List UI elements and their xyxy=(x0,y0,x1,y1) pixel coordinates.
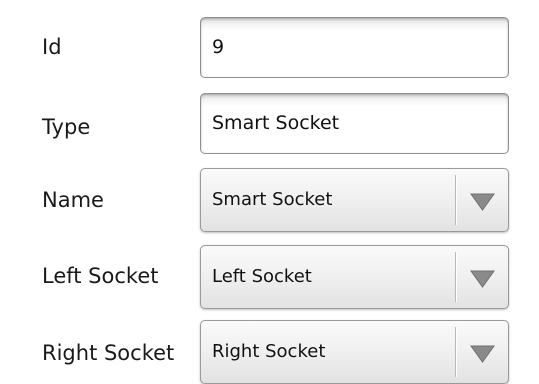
id-label: Id xyxy=(42,35,62,59)
dropdown-divider xyxy=(455,252,456,302)
type-row: Type Smart Socket xyxy=(0,76,539,154)
right-socket-row: Right Socket Right Socket xyxy=(0,304,539,384)
id-field[interactable]: 9 xyxy=(200,17,509,78)
name-row: Name Smart Socket xyxy=(0,152,539,232)
chevron-down-icon xyxy=(470,345,495,363)
left-socket-row: Left Socket Left Socket xyxy=(0,228,539,309)
id-row: Id 9 xyxy=(0,0,539,78)
right-socket-label: Right Socket xyxy=(42,341,175,365)
name-label: Name xyxy=(42,188,104,212)
right-socket-dropdown[interactable]: Right Socket xyxy=(200,320,509,384)
chevron-down-icon xyxy=(470,193,495,211)
name-dropdown[interactable]: Smart Socket xyxy=(200,168,509,232)
type-value: Smart Socket xyxy=(212,112,340,134)
dropdown-divider xyxy=(455,175,456,225)
device-form: { "form": { "id": { "label": "Id", "valu… xyxy=(0,0,539,384)
dropdown-divider xyxy=(455,327,456,377)
left-socket-selected-value: Left Socket xyxy=(212,266,312,287)
chevron-down-icon xyxy=(470,270,495,288)
right-socket-selected-value: Right Socket xyxy=(212,341,326,362)
left-socket-dropdown[interactable]: Left Socket xyxy=(200,245,509,309)
id-value: 9 xyxy=(212,36,225,58)
name-selected-value: Smart Socket xyxy=(212,189,333,210)
type-label: Type xyxy=(42,115,91,139)
type-field[interactable]: Smart Socket xyxy=(200,93,509,154)
left-socket-label: Left Socket xyxy=(42,264,159,288)
